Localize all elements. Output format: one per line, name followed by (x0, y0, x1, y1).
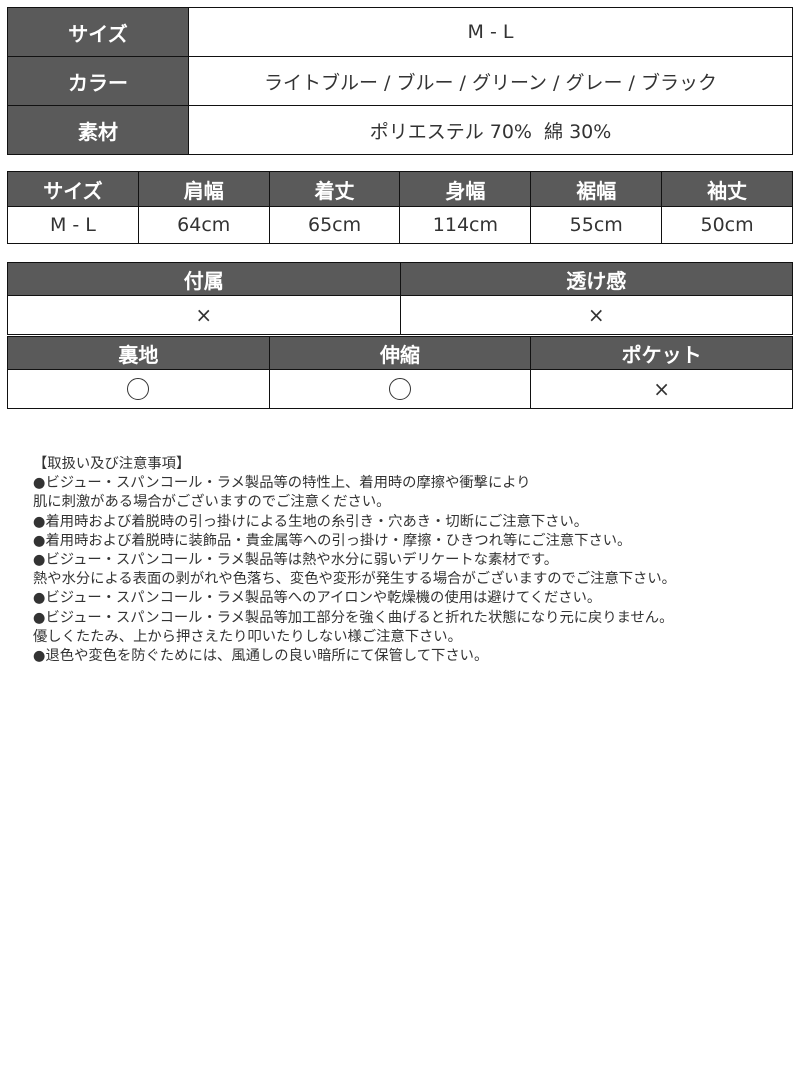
size-header: サイズ (7, 171, 139, 207)
care-note-line: ●着用時および着脱時に装飾品・貴金属等への引っ掛け・摩擦・ひきつれ等にご注意下さ… (33, 532, 632, 549)
care-note-line: ●退色や変色を防ぐためには、風通しの良い暗所にて保管して下さい。 (33, 648, 489, 665)
spec-table: サイズ M - L カラー ライトブルー / ブルー / グリーン / グレー … (7, 7, 793, 155)
spec-row-size: サイズ M - L (7, 7, 793, 57)
size-value: M - L (7, 206, 139, 244)
size-value-row: M - L 64cm 65cm 114cm 55cm 50cm (7, 206, 793, 244)
care-note-line: ●ビジュー・スパンコール・ラメ製品等の特性上、着用時の摩擦や衝撃により (33, 475, 531, 492)
care-notes: 【取扱い及び注意事項】 ●ビジュー・スパンコール・ラメ製品等の特性上、着用時の摩… (33, 455, 676, 666)
size-header: 着丈 (268, 171, 401, 207)
care-note-line: 優しくたたみ、上から押さえたり叩いたりしない様ご注意下さい。 (33, 628, 462, 645)
spec-label: カラー (7, 56, 189, 106)
care-note-line: ●ビジュー・スパンコール・ラメ製品等加工部分を強く曲げると折れた状態になり元に戻… (33, 609, 674, 626)
attribute-value-row: × (7, 369, 793, 409)
care-note-line: 肌に刺激がある場合がございますのでご注意ください。 (33, 494, 391, 511)
attribute-value: × (7, 295, 401, 335)
attribute-header-accessories: 付属 (7, 262, 401, 296)
spec-label: サイズ (7, 7, 189, 57)
spec-row-color: カラー ライトブルー / ブルー / グリーン / グレー / ブラック (7, 56, 793, 106)
attribute-header-row: 裏地 伸縮 ポケット (7, 336, 793, 370)
size-header: 肩幅 (137, 171, 270, 207)
size-value: 64cm (137, 206, 270, 244)
circle-mark-icon (388, 378, 411, 401)
size-header: 裾幅 (530, 171, 663, 207)
spec-value: ポリエステル 70% 綿 30% (188, 105, 793, 155)
spec-value: ライトブルー / ブルー / グリーン / グレー / ブラック (188, 56, 793, 106)
attribute-table-row1: 付属 透け感 × × (7, 262, 793, 335)
size-value: 55cm (530, 206, 663, 244)
care-note-line: ●ビジュー・スパンコール・ラメ製品等へのアイロンや乾燥機の使用は避けてください。 (33, 590, 602, 607)
attribute-header-row: 付属 透け感 (7, 262, 793, 296)
size-table: サイズ 肩幅 着丈 身幅 裾幅 袖丈 M - L 64cm 65cm 114cm… (7, 171, 793, 244)
cross-mark-icon: × (195, 303, 213, 327)
spec-label: 素材 (7, 105, 189, 155)
care-notes-title: 【取扱い及び注意事項】 (33, 456, 191, 472)
size-value: 50cm (661, 206, 793, 244)
attribute-header-pocket: ポケット (530, 336, 793, 370)
spec-row-material: 素材 ポリエステル 70% 綿 30% (7, 105, 793, 155)
care-note-line: ●着用時および着脱時の引っ掛けによる生地の糸引き・穴あき・切断にご注意下さい。 (33, 513, 589, 530)
attribute-header-stretch: 伸縮 (268, 336, 532, 370)
cross-mark-icon: × (653, 377, 671, 401)
attribute-header-lining: 裏地 (7, 336, 270, 370)
attribute-value (7, 369, 270, 409)
size-value: 65cm (268, 206, 401, 244)
size-header-row: サイズ 肩幅 着丈 身幅 裾幅 袖丈 (7, 171, 793, 207)
size-header: 袖丈 (661, 171, 793, 207)
attribute-value: × (530, 369, 793, 409)
size-header: 身幅 (399, 171, 532, 207)
care-note-line: ●ビジュー・スパンコール・ラメ製品等は熱や水分に弱いデリケートな素材です。 (33, 552, 559, 569)
care-note-line: 熱や水分による表面の剥がれや色落ち、変色や変形が発生する場合がございますのでご注… (33, 571, 676, 588)
circle-mark-icon (127, 378, 150, 401)
attribute-value-row: × × (7, 295, 793, 335)
attribute-value (268, 369, 532, 409)
attribute-header-sheerness: 透け感 (399, 262, 793, 296)
size-value: 114cm (399, 206, 532, 244)
spec-value: M - L (188, 7, 793, 57)
cross-mark-icon: × (587, 303, 605, 327)
attribute-table-row2: 裏地 伸縮 ポケット × (7, 336, 793, 409)
attribute-value: × (399, 295, 793, 335)
